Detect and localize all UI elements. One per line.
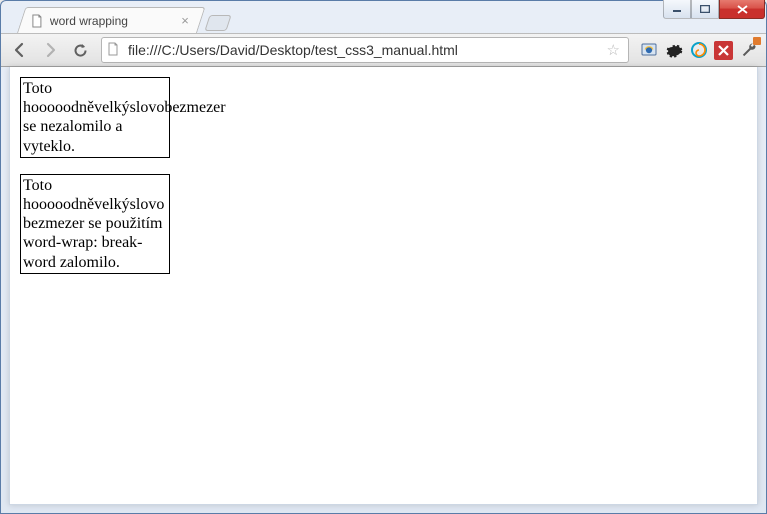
gear-icon[interactable] <box>664 40 684 60</box>
overflow-box-break-word: Toto hooooodněvelkýslovobezmezer se použ… <box>20 174 170 274</box>
minimize-button[interactable] <box>663 0 691 19</box>
page-content: Toto hooooodněvelkýslovobezmezer se neza… <box>9 67 758 505</box>
new-tab-button[interactable] <box>204 15 231 31</box>
address-bar[interactable]: file:///C:/Users/David/Desktop/test_css3… <box>101 37 629 63</box>
tab-close-icon[interactable]: × <box>178 13 192 28</box>
browser-window: word wrapping × file:///C:/Users/David/D… <box>0 0 767 514</box>
extensions-row <box>637 40 760 60</box>
xmarks-extension-icon[interactable] <box>714 41 733 60</box>
maximize-button[interactable] <box>691 0 719 19</box>
close-button[interactable] <box>719 0 765 19</box>
tab-title: word wrapping <box>50 14 172 28</box>
url-text: file:///C:/Users/David/Desktop/test_css3… <box>128 42 597 58</box>
ie-tab-extension-icon[interactable] <box>639 40 659 60</box>
browser-toolbar: file:///C:/Users/David/Desktop/test_css3… <box>1 33 766 67</box>
bookmark-star-icon[interactable]: ☆ <box>603 41 624 59</box>
page-icon <box>106 42 122 58</box>
forward-button[interactable] <box>37 37 63 63</box>
swirl-extension-icon[interactable] <box>689 40 709 60</box>
reload-button[interactable] <box>67 37 93 63</box>
browser-tab[interactable]: word wrapping × <box>17 7 205 33</box>
page-icon <box>30 14 44 28</box>
window-controls <box>663 0 765 19</box>
wrench-icon[interactable] <box>738 40 758 60</box>
overflow-box-no-wrap: Toto hooooodněvelkýslovobezmezer se neza… <box>20 77 170 158</box>
tab-strip: word wrapping × <box>11 7 229 33</box>
back-button[interactable] <box>7 37 33 63</box>
